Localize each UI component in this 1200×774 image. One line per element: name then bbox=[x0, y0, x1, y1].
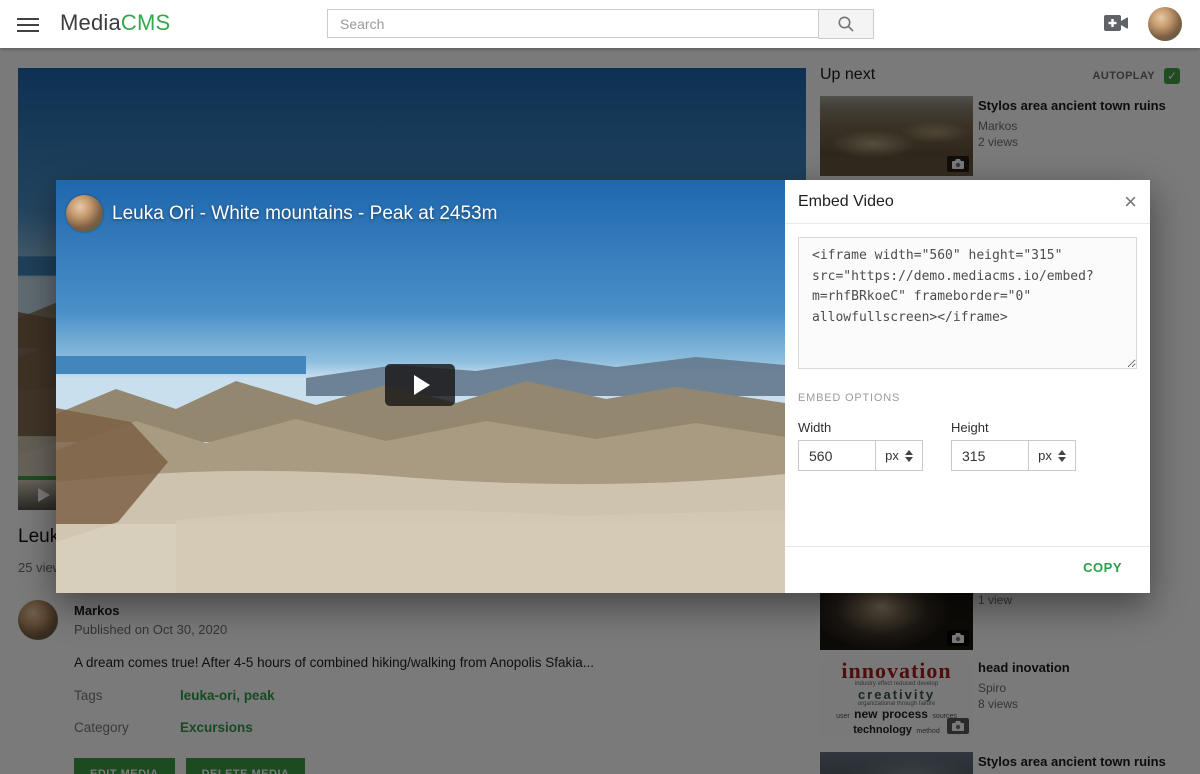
user-avatar[interactable] bbox=[1148, 7, 1182, 41]
search-form bbox=[327, 9, 874, 39]
preview-play-button[interactable] bbox=[385, 364, 455, 406]
width-label: Width bbox=[798, 420, 831, 435]
embed-panel-header: Embed Video × bbox=[785, 180, 1150, 224]
top-header: MediaCMS bbox=[0, 0, 1200, 48]
embed-preview-player[interactable]: Leuka Ori - White mountains - Peak at 24… bbox=[56, 180, 785, 593]
up-down-arrows-icon bbox=[905, 450, 913, 462]
logo-cms: CMS bbox=[121, 10, 171, 35]
embed-dialog: Leuka Ori - White mountains - Peak at 24… bbox=[56, 180, 1150, 593]
width-input[interactable] bbox=[798, 440, 876, 471]
embed-options-label: EMBED OPTIONS bbox=[798, 392, 900, 404]
logo[interactable]: MediaCMS bbox=[60, 10, 170, 36]
width-unit-select[interactable]: px bbox=[876, 440, 923, 471]
height-unit-select[interactable]: px bbox=[1029, 440, 1076, 471]
height-field-group: px bbox=[951, 440, 1076, 471]
mediacms-app: Leuka Ori - White mountains - Peak at 24… bbox=[0, 0, 1200, 774]
search-icon bbox=[837, 15, 855, 33]
menu-icon[interactable] bbox=[17, 14, 41, 34]
upload-media-button[interactable] bbox=[1102, 14, 1130, 34]
search-input[interactable] bbox=[327, 9, 818, 38]
copy-button[interactable]: COPY bbox=[1083, 560, 1122, 575]
embed-dialog-title: Embed Video bbox=[798, 180, 894, 224]
video-upload-icon bbox=[1103, 14, 1129, 32]
close-icon[interactable]: × bbox=[1124, 189, 1137, 215]
height-unit-value: px bbox=[1038, 448, 1052, 463]
search-button[interactable] bbox=[818, 9, 874, 39]
width-field-group: px bbox=[798, 440, 923, 471]
embed-panel-footer: COPY bbox=[785, 546, 1150, 593]
play-icon bbox=[414, 375, 430, 395]
height-label: Height bbox=[951, 420, 989, 435]
logo-media: Media bbox=[60, 10, 121, 35]
header-right bbox=[1102, 0, 1182, 48]
embed-panel: Embed Video × <iframe width="560" height… bbox=[785, 180, 1150, 593]
height-input[interactable] bbox=[951, 440, 1029, 471]
preview-video-title: Leuka Ori - White mountains - Peak at 24… bbox=[112, 203, 497, 225]
up-down-arrows-icon bbox=[1058, 450, 1066, 462]
embed-code-textarea[interactable]: <iframe width="560" height="315" src="ht… bbox=[798, 237, 1137, 369]
preview-author-avatar[interactable] bbox=[66, 195, 103, 232]
width-unit-value: px bbox=[885, 448, 899, 463]
